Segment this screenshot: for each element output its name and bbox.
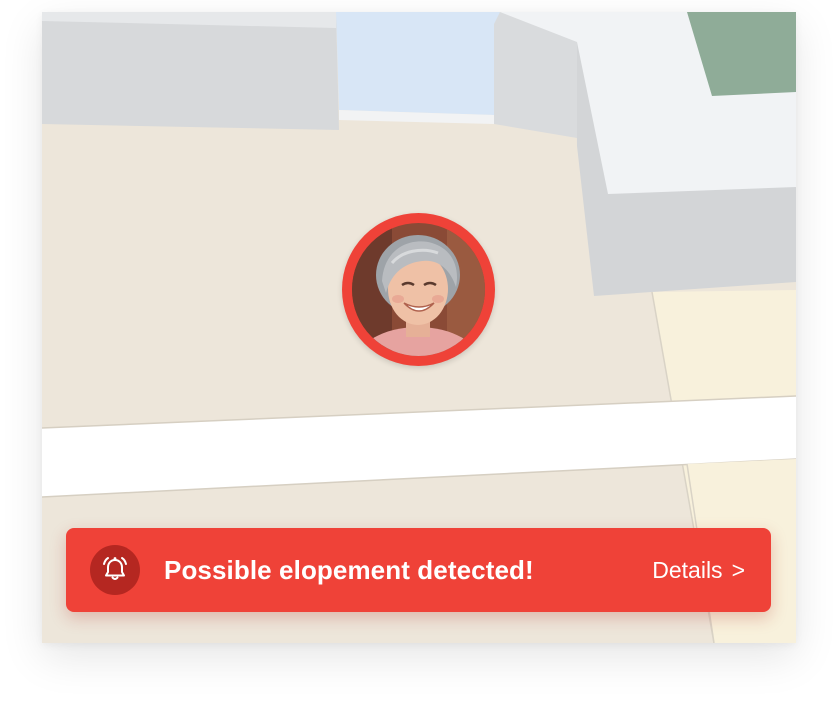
chevron-right-icon: >	[731, 556, 745, 583]
resident-avatar	[352, 223, 485, 356]
floor-map-card: Possible elopement detected! Details >	[42, 12, 796, 643]
room-blue	[336, 12, 500, 115]
wall-block-left	[42, 12, 339, 130]
details-label: Details	[652, 556, 723, 583]
elopement-alert-banner[interactable]: Possible elopement detected! Details >	[66, 528, 771, 612]
resident-marker[interactable]	[342, 213, 495, 366]
details-link[interactable]: Details >	[652, 557, 745, 584]
ringing-bell-icon	[90, 545, 140, 595]
alert-message: Possible elopement detected!	[164, 554, 534, 585]
